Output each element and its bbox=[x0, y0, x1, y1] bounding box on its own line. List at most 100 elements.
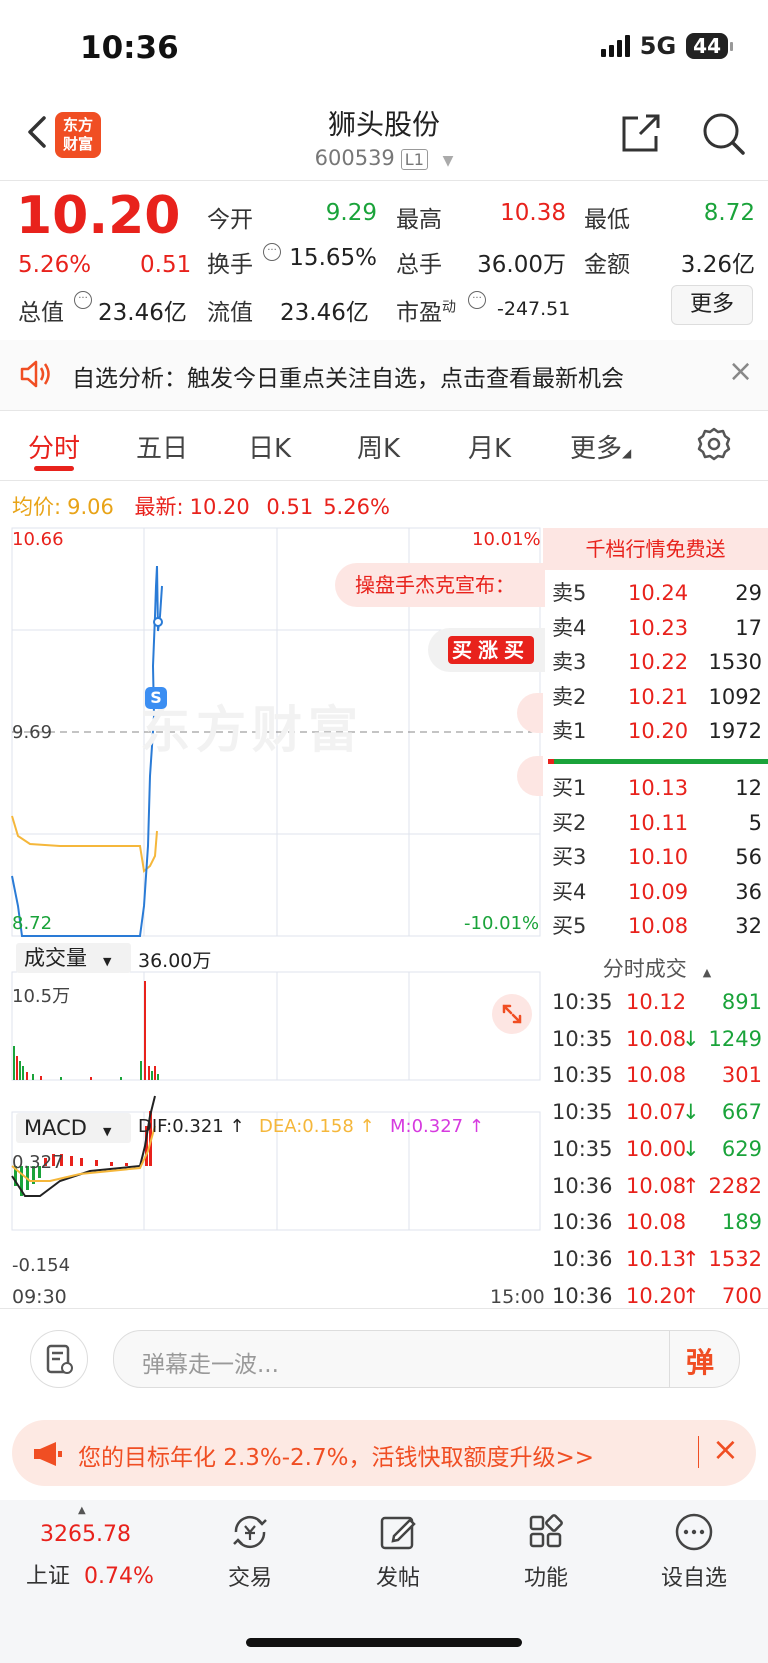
tick-trades-header[interactable]: 分时成交 ▲ bbox=[552, 953, 762, 983]
tick-arrow: ↑ bbox=[682, 1246, 700, 1271]
tab-more[interactable]: 更多◢ bbox=[570, 428, 631, 465]
level-price: 10.22 bbox=[628, 650, 689, 674]
sell-marker[interactable]: S bbox=[145, 687, 167, 709]
change-amount: 0.51 bbox=[140, 252, 192, 278]
caret-down-icon: ▼ bbox=[442, 153, 454, 169]
level-price: 10.23 bbox=[628, 615, 689, 640]
tab-intraday[interactable]: 分时 bbox=[28, 428, 80, 465]
quote-value: 15.65% bbox=[289, 245, 377, 271]
index-ticker[interactable]: 上证 0.74% bbox=[26, 1558, 154, 1590]
tick-volume: 1532 bbox=[708, 1246, 762, 1271]
level-label: 卖2 bbox=[552, 684, 587, 709]
bid-ask-ratio-bar bbox=[548, 759, 768, 764]
quote-label: 金额 bbox=[584, 252, 630, 278]
tab-five-day[interactable]: 五日 bbox=[136, 428, 188, 465]
danmu-button[interactable]: 弹 bbox=[686, 1341, 714, 1381]
index-value[interactable]: 3265.78 bbox=[40, 1522, 131, 1547]
ask-row[interactable]: 卖5 10.24 29 bbox=[552, 576, 762, 610]
promo-banner[interactable]: 您的目标年化 2.3%-2.7%，活钱快取额度升级>> × bbox=[12, 1420, 756, 1486]
level-price: 10.08 bbox=[628, 914, 689, 938]
battery-icon: 44 bbox=[686, 33, 733, 59]
volume-indicator-select[interactable]: 成交量 ▼ bbox=[16, 943, 131, 973]
level-label: 买3 bbox=[552, 845, 587, 869]
buy-promo-badge[interactable]: 买涨买 bbox=[428, 628, 545, 672]
nav-post[interactable]: 发帖 bbox=[348, 1510, 448, 1592]
ad-banner[interactable]: 操盘手杰克宣布： bbox=[335, 563, 545, 607]
signal-icon bbox=[600, 35, 630, 57]
bid-row[interactable]: 买4 10.09 36 bbox=[552, 875, 762, 909]
level-badge: L1 bbox=[400, 149, 428, 170]
info-icon[interactable]: ··· bbox=[74, 291, 92, 309]
total-value-label: 总值 bbox=[18, 300, 64, 326]
bid-row[interactable]: 买3 10.10 56 bbox=[552, 840, 762, 874]
ask-row[interactable]: 卖1 10.20 1972 bbox=[552, 714, 762, 748]
info-icon[interactable]: ··· bbox=[468, 291, 486, 309]
tick-price: 10.07 bbox=[626, 1100, 687, 1125]
status-time: 10:36 bbox=[80, 30, 179, 66]
level-volume: 29 bbox=[735, 581, 762, 605]
tick-price: 10.08 bbox=[626, 1063, 687, 1088]
tick-row: 10:35 10.00 ↓ 629 bbox=[552, 1131, 762, 1167]
level-price: 10.24 bbox=[628, 581, 689, 605]
quote-label: 最低 bbox=[584, 207, 630, 233]
ask-row[interactable]: 卖2 10.21 1092 bbox=[552, 680, 762, 714]
bid-row[interactable]: 买1 10.13 12 bbox=[552, 771, 762, 805]
tick-price: 10.08 bbox=[626, 1026, 687, 1051]
tick-row: 10:36 10.08 ↑ 2282 bbox=[552, 1168, 762, 1204]
bid-row[interactable]: 买2 10.11 5 bbox=[552, 806, 762, 840]
ask-row[interactable]: 卖3 10.22 1530 bbox=[552, 645, 762, 679]
level-volume: 5 bbox=[748, 810, 762, 835]
tick-arrow: ↓ bbox=[682, 1100, 700, 1125]
expand-chart-button[interactable] bbox=[492, 994, 532, 1034]
tick-volume: 301 bbox=[721, 1063, 762, 1088]
macd-indicator-select[interactable]: MACD ▼ bbox=[16, 1113, 131, 1143]
level2-promo[interactable]: 千档行情免费送 bbox=[543, 528, 768, 570]
tick-time: 10:36 bbox=[552, 1210, 613, 1235]
tick-price: 10.08 bbox=[626, 1210, 687, 1235]
tick-row: 10:35 10.08 ↓ 1249 bbox=[552, 1021, 762, 1057]
notice-text[interactable]: 自选分析：触发今日重点关注自选，点击查看最新机会 bbox=[72, 359, 624, 393]
tick-volume: 1249 bbox=[708, 1026, 762, 1051]
nav-trade[interactable]: 交易 bbox=[200, 1510, 300, 1592]
share-button[interactable] bbox=[618, 110, 664, 156]
nav-functions[interactable]: 功能 bbox=[496, 1510, 596, 1592]
comment-list-button[interactable] bbox=[30, 1330, 88, 1388]
nav-add-watchlist[interactable]: 设自选 bbox=[644, 1510, 744, 1592]
macd-top: 0.327 bbox=[12, 1152, 64, 1173]
level-label: 卖1 bbox=[552, 719, 587, 743]
chart-top-pct: 10.01% bbox=[472, 529, 541, 550]
tick-volume: 891 bbox=[721, 990, 762, 1014]
pe-value: -247.51 bbox=[497, 298, 571, 320]
level-label: 买1 bbox=[552, 776, 587, 800]
float-value: 23.46亿 bbox=[280, 300, 369, 326]
level-volume: 56 bbox=[735, 845, 762, 869]
tab-weekly-k[interactable]: 周K bbox=[357, 428, 400, 465]
tick-arrow: ↓ bbox=[682, 1026, 700, 1051]
level-price: 10.21 bbox=[628, 684, 689, 709]
stock-code: 600539 bbox=[314, 146, 395, 170]
level-label: 买2 bbox=[552, 810, 587, 835]
info-icon[interactable]: ··· bbox=[263, 243, 281, 261]
level-label: 卖3 bbox=[552, 650, 587, 674]
trade-icon bbox=[233, 1515, 267, 1549]
tab-daily-k[interactable]: 日K bbox=[248, 428, 291, 465]
level-volume: 1972 bbox=[708, 719, 762, 743]
ask-row[interactable]: 卖4 10.23 17 bbox=[552, 611, 762, 645]
chart-mid-price: 9.69 bbox=[12, 722, 53, 743]
promo-close-button[interactable]: × bbox=[712, 1430, 739, 1468]
current-price: 10.20 bbox=[16, 186, 181, 246]
tick-row: 10:35 10.08 301 bbox=[552, 1057, 762, 1093]
search-icon bbox=[703, 113, 745, 155]
notice-close-button[interactable]: × bbox=[728, 354, 753, 389]
level-price: 10.10 bbox=[628, 845, 689, 869]
pe-label: 市盈动 bbox=[396, 299, 456, 326]
danmu-input[interactable]: 弹幕走一波... 弹 bbox=[113, 1330, 740, 1388]
more-button[interactable]: 更多 bbox=[671, 285, 753, 325]
settings-button[interactable] bbox=[696, 426, 732, 462]
bid-row[interactable]: 买5 10.08 32 bbox=[552, 909, 762, 943]
search-button[interactable] bbox=[700, 110, 746, 156]
tick-row: 10:35 10.07 ↓ 667 bbox=[552, 1094, 762, 1130]
quote-value: 9.29 bbox=[325, 200, 377, 226]
tick-volume: 189 bbox=[721, 1210, 762, 1235]
tab-monthly-k[interactable]: 月K bbox=[468, 428, 511, 465]
